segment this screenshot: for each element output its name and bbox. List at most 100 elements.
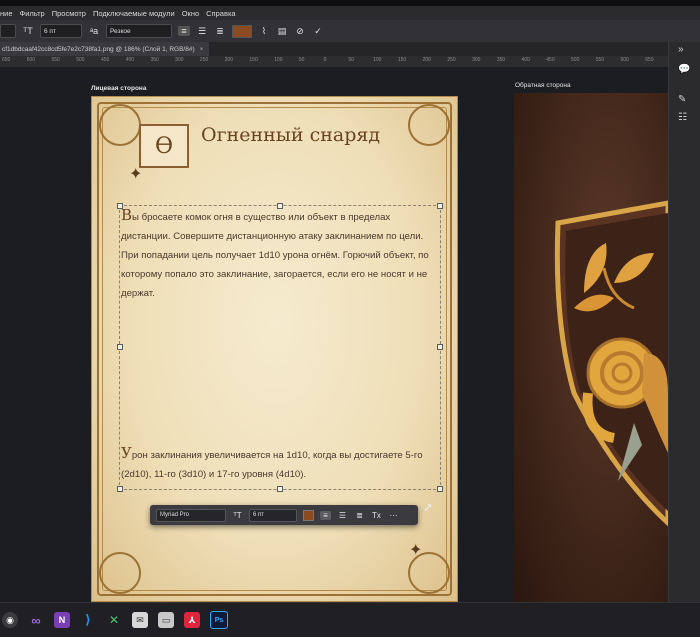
align-right-icon[interactable]: ≣ xyxy=(354,511,365,520)
ruler-tick-label: 550 xyxy=(595,57,605,63)
sparkle-icon: ✦ xyxy=(129,166,143,183)
panel-collapse-icon[interactable]: » xyxy=(678,44,684,55)
more-options-icon[interactable]: ··· xyxy=(388,511,399,520)
back-artboard-label: Обратная сторона xyxy=(515,82,571,89)
ruler-tick-label: 650 xyxy=(2,57,11,63)
front-artboard-label: Лицевая сторона xyxy=(91,85,147,92)
commit-check-icon[interactable]: ✓ xyxy=(312,26,324,37)
mail-icon[interactable]: ✉ xyxy=(132,612,148,628)
floating-text-toolbar: Myriad Pro ᵀT 6 пт ≡ ☰ ≣ Tx ··· xyxy=(150,505,418,525)
menu-item-view[interactable]: Просмотр xyxy=(52,9,86,18)
resize-handle[interactable] xyxy=(437,344,443,350)
text-color-swatch[interactable] xyxy=(232,24,252,38)
brush-settings-icon[interactable]: ✎ xyxy=(678,94,686,105)
ruler-tick-label: 200 xyxy=(422,57,431,63)
ruler-tick-label: 300 xyxy=(175,57,184,63)
ruler-tick-label: 100 xyxy=(274,57,283,63)
ruler-tick-label: 100 xyxy=(373,57,382,63)
align-center-icon[interactable]: ☰ xyxy=(337,511,348,520)
ruler-tick-label: 550 xyxy=(51,57,60,63)
vscode-icon[interactable]: ⟩ xyxy=(80,612,96,628)
menu-item-plugins[interactable]: Подключаемые модули xyxy=(93,9,175,18)
ruler-tick-label: 50 xyxy=(348,57,354,63)
windows-start-icon[interactable]: ◉ xyxy=(2,612,18,628)
ram-crest-illustration xyxy=(554,200,668,527)
resize-handle[interactable] xyxy=(117,486,123,492)
acrobat-icon[interactable]: ⅄ xyxy=(184,612,200,628)
front-card[interactable]: Ө Огненный снаряд ✦ ✦ Вы бросаете комок … xyxy=(91,96,458,602)
font-size-field[interactable]: 6 пт xyxy=(249,508,297,522)
font-size-value: 6 пт xyxy=(44,27,56,35)
ruler-tick-label: 650 xyxy=(645,57,654,63)
spell-title: Огненный снаряд xyxy=(201,124,381,146)
ruler-tick-label: 600 xyxy=(620,57,629,63)
mouse-cursor-icon: ➚ xyxy=(423,500,434,514)
sparkle-icon: ✦ xyxy=(409,542,423,559)
corner-ornament-top-right xyxy=(408,104,450,146)
font-family-value: Myriad Pro xyxy=(160,512,190,518)
align-right-icon[interactable]: ≣ xyxy=(214,26,226,37)
photoshop-icon[interactable]: Ps xyxy=(210,611,228,629)
align-center-icon[interactable]: ☰ xyxy=(196,26,208,37)
ruler-tick-label: 350 xyxy=(150,57,159,63)
spell-scaling-text[interactable]: Урон заклинания увеличивается на 1d10, к… xyxy=(121,444,437,484)
document-tab-bar: cf1dbdcaaf42cc8cd5fe7e2c738fa1.png @ 186… xyxy=(0,42,700,56)
align-left-icon[interactable]: ≡ xyxy=(178,26,190,36)
taskbar: ◉ ∞ N ⟩ ✕ ✉ ▭ ⅄ Ps xyxy=(0,602,700,637)
ruler-tick-label: 0 xyxy=(323,57,327,63)
ruler-tick-label: 450 xyxy=(100,57,110,63)
font-size-icon: ᵀT xyxy=(23,26,33,36)
resize-handle[interactable] xyxy=(117,344,123,350)
dropcap: У xyxy=(121,444,132,462)
cancel-icon[interactable]: ⊘ xyxy=(294,26,306,37)
font-style-dropdown[interactable] xyxy=(0,24,16,38)
chat-icon[interactable]: 💬 xyxy=(678,64,690,75)
git-tool-icon[interactable]: ✕ xyxy=(106,612,122,628)
ruler-tick-label: 50 xyxy=(298,57,305,63)
files-icon[interactable]: ▭ xyxy=(158,612,174,628)
font-size-icon: ᵀT xyxy=(233,510,242,520)
ruler-tick-label: 250 xyxy=(199,57,209,63)
text-options-icon[interactable]: Tx xyxy=(371,511,382,520)
font-family-dropdown[interactable]: Myriad Pro xyxy=(156,508,226,522)
ruler-tick-label: 350 xyxy=(496,57,506,63)
menu-item-filter[interactable]: Фильтр xyxy=(20,9,45,18)
font-size-value: 6 пт xyxy=(253,512,265,518)
spell-symbol-icon: Ө xyxy=(139,124,189,168)
ruler-tick-label: 250 xyxy=(447,57,456,63)
text-color-swatch[interactable] xyxy=(303,509,314,521)
menu-item-edit[interactable]: ние xyxy=(0,9,13,18)
description-text: ы бросаете комок огня в существо или объ… xyxy=(121,212,429,299)
ruler-tick-label: 150 xyxy=(249,57,258,63)
document-tab[interactable]: cf1dbdcaaf42cc8cd5fe7e2c738fa1.png @ 186… xyxy=(0,42,210,56)
right-panel-strip: » 💬 ✎ ☷ xyxy=(668,42,700,602)
close-tab-icon[interactable]: × xyxy=(200,46,204,53)
back-side-artboard[interactable] xyxy=(514,93,668,602)
ruler-tick-label: 500 xyxy=(76,57,85,63)
dropcap: В xyxy=(121,206,133,224)
font-size-field[interactable]: 6 пт xyxy=(40,24,82,38)
spell-description[interactable]: Вы бросаете комок огня в существо или об… xyxy=(121,206,437,303)
resize-handle[interactable] xyxy=(277,486,283,492)
ruler-tick-label: 300 xyxy=(472,57,481,63)
visual-studio-icon[interactable]: ∞ xyxy=(28,612,44,628)
character-panel-icon[interactable]: ▤ xyxy=(276,26,288,37)
antialias-dropdown[interactable]: Резкое xyxy=(106,24,172,38)
spell-symbol-glyph: Ө xyxy=(154,133,174,159)
menu-item-window[interactable]: Окно xyxy=(182,9,199,18)
scaling-text: рон заклинания увеличивается на 1d10, ко… xyxy=(121,450,423,480)
options-bar: ᵀT 6 пт ᵃa Резкое ≡ ☰ ≣ ⌇ ▤ ⊘ ✓ xyxy=(0,20,700,42)
properties-icon[interactable]: ☷ xyxy=(678,112,687,123)
warp-text-icon[interactable]: ⌇ xyxy=(258,26,270,37)
ruler-tick-label: 400 xyxy=(521,57,530,63)
antialias-value: Резкое xyxy=(110,27,131,35)
menu-bar: ние Фильтр Просмотр Подключаемые модули … xyxy=(0,6,700,20)
corner-ornament-bottom-left xyxy=(99,552,141,594)
menu-item-help[interactable]: Справка xyxy=(206,9,235,18)
resize-handle[interactable] xyxy=(437,203,443,209)
align-left-icon[interactable]: ≡ xyxy=(320,510,331,520)
ruler-tick-label: 150 xyxy=(397,57,407,63)
ruler-tick-label: 600 xyxy=(26,57,36,63)
resize-handle[interactable] xyxy=(437,486,443,492)
onenote-icon[interactable]: N xyxy=(54,612,70,628)
